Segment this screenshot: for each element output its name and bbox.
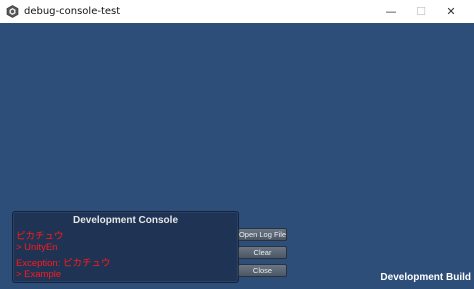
window-title: debug-console-test — [24, 6, 121, 17]
maximize-button[interactable]: ☐ — [406, 0, 436, 23]
title-bar: debug-console-test — ☐ ✕ — [0, 0, 474, 23]
log-line: > UnityEn — [16, 242, 58, 253]
close-button[interactable]: Close — [238, 264, 287, 277]
log-line: Exception: ピカチュウ — [16, 258, 111, 269]
minimize-button[interactable]: — — [376, 0, 406, 23]
open-log-file-button[interactable]: Open Log File — [238, 228, 287, 241]
minimize-icon: — — [385, 5, 397, 18]
development-console-panel: Development Console ピカチュウ > UnityEn Exce… — [12, 211, 239, 283]
log-line: ピカチュウ — [16, 231, 64, 242]
clear-button[interactable]: Clear — [238, 246, 287, 259]
unity-logo-icon — [6, 5, 19, 18]
console-title: Development Console — [72, 215, 179, 226]
close-window-button[interactable]: ✕ — [436, 0, 466, 23]
maximize-icon: ☐ — [416, 5, 426, 18]
log-line: > Example — [16, 269, 62, 280]
development-build-label: Development Build — [380, 272, 471, 283]
close-icon: ✕ — [446, 5, 456, 18]
